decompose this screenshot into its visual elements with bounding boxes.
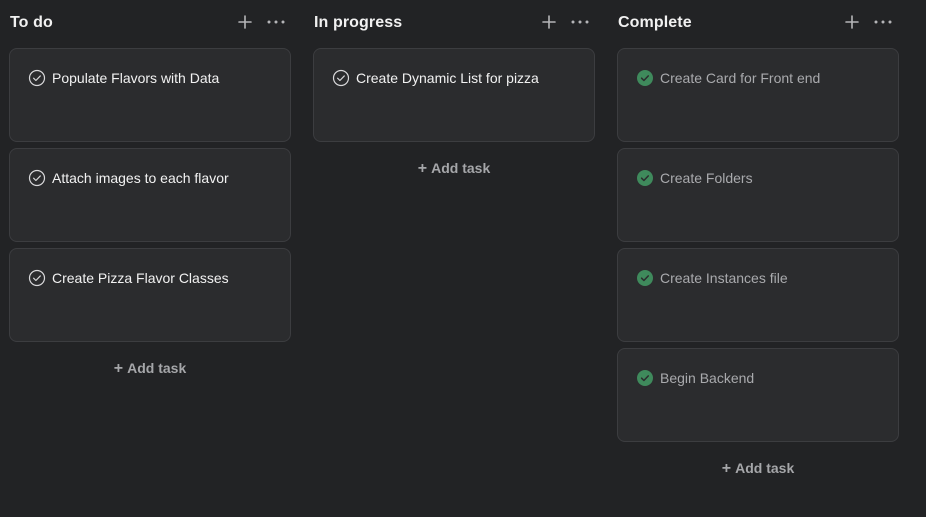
- task-list: Create Card for Front end Create Folders…: [617, 48, 899, 478]
- check-circle-icon[interactable]: [28, 269, 46, 287]
- task-card[interactable]: Attach images to each flavor: [9, 148, 291, 242]
- task-card[interactable]: Create Pizza Flavor Classes: [9, 248, 291, 342]
- add-task-button[interactable]: + Add task: [617, 460, 899, 478]
- more-horizontal-icon[interactable]: [871, 11, 895, 33]
- plus-icon[interactable]: [539, 11, 559, 33]
- plus-icon[interactable]: [842, 11, 862, 33]
- task-card[interactable]: Create Dynamic List for pizza: [313, 48, 595, 142]
- add-task-label: Add task: [431, 160, 491, 176]
- task-title: Create Card for Front end: [660, 70, 821, 86]
- add-task-label: Add task: [127, 360, 187, 376]
- check-circle-icon[interactable]: [28, 69, 46, 87]
- task-title: Create Pizza Flavor Classes: [52, 270, 229, 286]
- add-task-label: Add task: [735, 460, 795, 476]
- column-title: In progress: [314, 14, 403, 31]
- task-card[interactable]: Create Card for Front end: [617, 48, 899, 142]
- plus-icon: +: [417, 160, 428, 177]
- check-circle-filled-icon[interactable]: [636, 69, 654, 87]
- task-card[interactable]: Populate Flavors with Data: [9, 48, 291, 142]
- task-card[interactable]: Create Instances file: [617, 248, 899, 342]
- task-card[interactable]: Create Folders: [617, 148, 899, 242]
- add-task-button[interactable]: + Add task: [9, 360, 291, 378]
- task-title: Begin Backend: [660, 370, 755, 386]
- task-list: Create Dynamic List for pizza + Add task: [313, 48, 595, 178]
- plus-icon: +: [113, 360, 124, 377]
- check-circle-filled-icon[interactable]: [636, 269, 654, 287]
- kanban-board: To do Populate Flavors with Data Attach …: [0, 0, 926, 517]
- more-horizontal-icon[interactable]: [264, 11, 288, 33]
- column-in-progress: In progress Create Dynamic List for pizz…: [313, 0, 595, 177]
- task-title: Attach images to each flavor: [52, 170, 229, 186]
- column-complete: Complete Create Card for Front end Creat…: [617, 0, 899, 477]
- plus-icon[interactable]: [235, 11, 255, 33]
- task-title: Create Folders: [660, 170, 753, 186]
- task-card[interactable]: Begin Backend: [617, 348, 899, 442]
- column-to-do: To do Populate Flavors with Data Attach …: [9, 0, 291, 377]
- task-title: Create Instances file: [660, 270, 788, 286]
- plus-icon: +: [721, 460, 732, 477]
- column-header: To do: [9, 0, 291, 48]
- column-header: Complete: [617, 0, 899, 48]
- check-circle-icon[interactable]: [28, 169, 46, 187]
- column-header: In progress: [313, 0, 595, 48]
- check-circle-icon[interactable]: [332, 69, 350, 87]
- task-title: Populate Flavors with Data: [52, 70, 220, 86]
- column-title: To do: [10, 14, 53, 31]
- column-title: Complete: [618, 14, 692, 31]
- more-horizontal-icon[interactable]: [568, 11, 592, 33]
- check-circle-filled-icon[interactable]: [636, 169, 654, 187]
- check-circle-filled-icon[interactable]: [636, 369, 654, 387]
- add-task-button[interactable]: + Add task: [313, 160, 595, 178]
- task-list: Populate Flavors with Data Attach images…: [9, 48, 291, 378]
- task-title: Create Dynamic List for pizza: [356, 70, 539, 86]
